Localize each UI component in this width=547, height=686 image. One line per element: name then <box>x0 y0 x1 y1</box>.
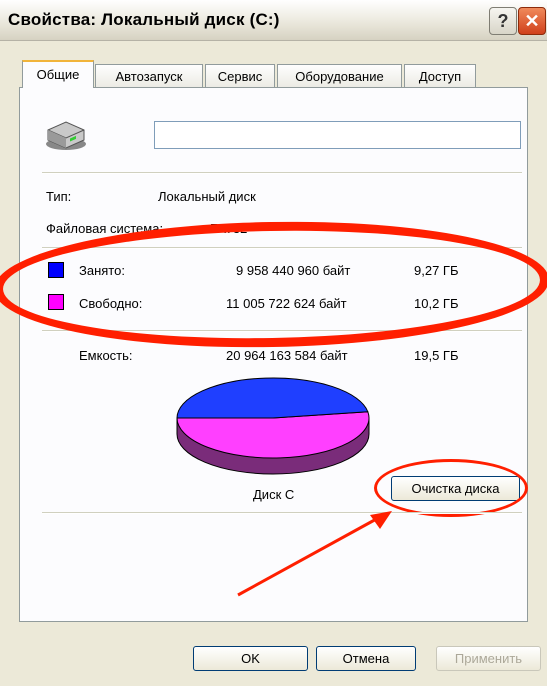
cancel-button[interactable]: Отмена <box>316 646 416 671</box>
divider <box>42 247 522 249</box>
pie-slice-used <box>176 377 369 419</box>
red-arrow-annotation <box>237 511 392 597</box>
tab-autorun[interactable]: Автозапуск <box>95 64 203 87</box>
tab-general[interactable]: Общие <box>22 60 94 88</box>
filesystem-label: Файловая система: <box>46 221 164 236</box>
free-space-swatch <box>48 294 64 310</box>
free-size: 10,2 ГБ <box>414 296 459 311</box>
capacity-bytes: 20 964 163 584 байт <box>226 348 348 363</box>
divider <box>42 330 522 332</box>
window-title: Свойства: Локальный диск (C:) <box>8 10 280 29</box>
type-label: Тип: <box>46 189 72 204</box>
used-bytes: 9 958 440 960 байт <box>236 263 351 278</box>
filesystem-value: FAT32 <box>210 221 248 236</box>
tab-hardware[interactable]: Оборудование <box>277 64 402 87</box>
tab-sharing[interactable]: Доступ <box>404 64 476 87</box>
pie-caption: Диск C <box>253 487 295 502</box>
free-label: Свободно: <box>79 296 143 311</box>
type-value: Локальный диск <box>158 189 256 204</box>
disk-usage-pie <box>176 377 370 475</box>
capacity-size: 19,5 ГБ <box>414 348 459 363</box>
hard-drive-icon <box>46 121 86 150</box>
help-button[interactable]: ? <box>489 7 517 35</box>
capacity-label: Емкость: <box>79 348 133 363</box>
drive-name-input[interactable] <box>154 121 521 149</box>
used-size: 9,27 ГБ <box>414 263 459 278</box>
used-label: Занято: <box>79 263 125 278</box>
divider <box>42 172 522 174</box>
apply-button[interactable]: Применить <box>436 646 541 671</box>
disk-cleanup-button[interactable]: Очистка диска <box>391 476 520 501</box>
ok-button[interactable]: OK <box>193 646 308 671</box>
free-bytes: 11 005 722 624 байт <box>226 296 347 311</box>
used-space-swatch <box>48 262 64 278</box>
tab-service[interactable]: Сервис <box>205 64 275 87</box>
close-button[interactable]: ✕ <box>518 7 546 35</box>
